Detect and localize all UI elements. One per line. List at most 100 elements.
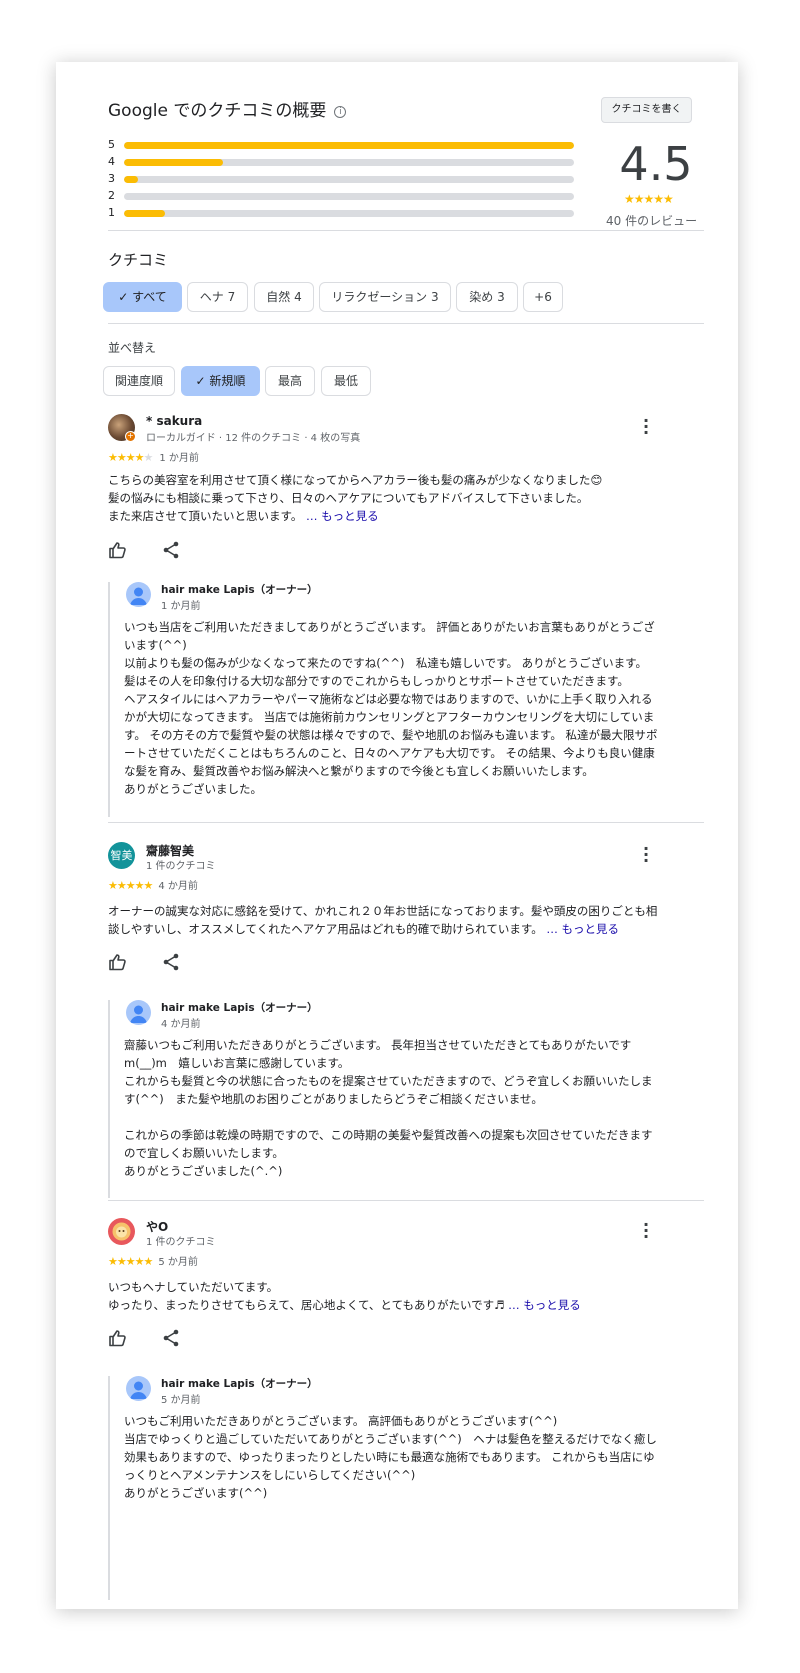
sort-newest-label: 新規順 <box>209 374 246 388</box>
rating-bar-5[interactable]: 5 <box>108 138 578 152</box>
review-date: 5 か月前 <box>158 1257 198 1268</box>
rating-bar-1[interactable]: 1 <box>108 206 578 220</box>
share-icon[interactable] <box>161 540 181 560</box>
chip-natural[interactable]: 自然 4 <box>254 282 314 312</box>
thumbs-up-icon[interactable] <box>108 1328 128 1348</box>
review-item: やO 1 件のクチコミ · · · ★★★★★ 5 か月前 いつもヘナしていただいてま… <box>108 1217 704 1608</box>
avatar[interactable] <box>108 1218 135 1245</box>
owner-reply: hair make Lapis（オーナー） 1 か月前 いつも当店をご利用いただ… <box>108 582 704 817</box>
review-rating: ★★★★★ 4 か月前 <box>108 877 198 892</box>
rating-bar-track <box>124 159 574 166</box>
character-avatar-icon <box>112 1222 131 1241</box>
more-options-icon[interactable]: · · · <box>639 1217 653 1245</box>
person-icon <box>130 587 147 605</box>
review-date: 4 か月前 <box>158 881 198 892</box>
person-icon <box>130 1381 147 1399</box>
sort-highest[interactable]: 最高 <box>265 366 315 396</box>
rating-bar-track <box>124 142 574 149</box>
review-count-link[interactable]: 40 件のレビュー <box>606 212 697 229</box>
rating-bar-label: 2 <box>108 189 115 202</box>
rating-bar-label: 4 <box>108 155 115 168</box>
review-date: 1 か月前 <box>159 453 199 464</box>
more-options-icon[interactable]: · · · <box>639 841 653 869</box>
review-stars-empty: ★ <box>143 451 154 464</box>
review-rating: ★★★★★ 5 か月前 <box>108 1253 198 1268</box>
person-icon <box>130 1005 147 1023</box>
panel-title-text: Google でのクチコミの概要 <box>108 101 327 121</box>
panel-title: Google でのクチコミの概要 i <box>108 96 347 121</box>
average-rating: 4.5 <box>619 137 693 191</box>
rating-bar-fill <box>124 159 223 166</box>
rating-bar-fill <box>124 176 138 183</box>
sort-relevance[interactable]: 関連度順 <box>103 366 175 396</box>
reviews-section-title: クチコミ <box>108 251 169 269</box>
divider <box>108 1200 704 1201</box>
chip-more-topics[interactable]: +6 <box>523 282 563 312</box>
sort-lowest[interactable]: 最低 <box>321 366 371 396</box>
rating-bar-fill <box>124 142 574 149</box>
review-stars: ★★★★★ <box>108 879 153 892</box>
owner-avatar[interactable] <box>126 582 151 607</box>
owner-avatar[interactable] <box>126 1000 151 1025</box>
owner-name: hair make Lapis（オーナー） <box>161 584 318 596</box>
rating-bar-3[interactable]: 3 <box>108 172 578 186</box>
owner-reply: hair make Lapis（オーナー） 4 か月前 齋藤いつもご利用いただき… <box>108 1000 704 1198</box>
chip-all[interactable]: ✓ すべて <box>103 282 182 312</box>
reply-date: 5 か月前 <box>161 1395 201 1406</box>
rating-bar-label: 1 <box>108 206 115 219</box>
rating-bar-track <box>124 210 574 217</box>
share-icon[interactable] <box>161 1328 181 1348</box>
rating-bar-fill <box>124 210 165 217</box>
reviewer-meta: ローカルガイド · 12 件のクチコミ · 4 枚の写真 <box>146 433 361 444</box>
thumbs-up-icon[interactable] <box>108 540 128 560</box>
reviewer-name[interactable]: * sakura <box>146 414 202 428</box>
divider <box>108 323 704 324</box>
review-text: いつもヘナしていただいてます。 ゆったり、まったりさせてもらえて、居心地よくて、… <box>108 1278 658 1314</box>
write-review-button[interactable]: クチコミを書く <box>601 97 692 123</box>
rating-bar-track <box>124 176 574 183</box>
divider <box>108 822 704 823</box>
info-icon[interactable]: i <box>334 106 347 118</box>
owner-name: hair make Lapis（オーナー） <box>161 1002 318 1014</box>
sort-label: 並べ替え <box>108 341 157 355</box>
divider <box>108 230 704 231</box>
read-more-link[interactable]: … もっと見る <box>546 922 619 936</box>
local-guide-badge-icon: + <box>125 431 136 442</box>
reply-text: いつも当店をご利用いただきましてありがとうございます。 評価とありがたいお言葉も… <box>124 620 658 796</box>
reply-text: いつもご利用いただきありがとうございます。 高評価もありがとうございます(^^)… <box>124 1414 657 1500</box>
review-stars: ★★★★★ <box>108 1255 153 1268</box>
review-item: 智美 齋藤智美 1 件のクチコミ · · · ★★★★★ 4 か月前 オーナーの誠実な… <box>108 841 704 1198</box>
chip-label: すべて <box>132 290 167 304</box>
thumbs-up-icon[interactable] <box>108 952 128 972</box>
owner-reply: hair make Lapis（オーナー） 5 か月前 いつもご利用いただきあり… <box>108 1376 704 1600</box>
avatar[interactable]: 智美 <box>108 842 135 869</box>
reply-date: 4 か月前 <box>161 1019 201 1030</box>
rating-bar-label: 5 <box>108 138 115 151</box>
chip-dye[interactable]: 染め 3 <box>456 282 518 312</box>
rating-bar-label: 3 <box>108 172 115 185</box>
read-more-link[interactable]: … もっと見る <box>306 509 379 523</box>
review-body: いつもヘナしていただいてます。 ゆったり、まったりさせてもらえて、居心地よくて、… <box>108 1280 505 1312</box>
owner-name: hair make Lapis（オーナー） <box>161 1378 318 1390</box>
more-options-icon[interactable]: · · · <box>639 413 653 441</box>
rating-bar-4[interactable]: 4 <box>108 155 578 169</box>
rating-bar-track <box>124 193 574 200</box>
review-text: オーナーの誠実な対応に感銘を受けて、かれこれ２０年お世話になっております。髪や頭… <box>108 902 658 938</box>
reply-date: 1 か月前 <box>161 601 201 612</box>
review-text: こちらの美容室を利用させて頂く様になってからヘアカラー後も髪の痛みが少なくなりま… <box>108 471 658 525</box>
review-item: + * sakura ローカルガイド · 12 件のクチコミ · 4 枚の写真 … <box>108 413 704 824</box>
chip-relaxation[interactable]: リラクゼーション 3 <box>319 282 451 312</box>
rating-bar-2[interactable]: 2 <box>108 189 578 203</box>
review-rating: ★★★★★ 1 か月前 <box>108 449 199 464</box>
reviewer-meta: 1 件のクチコミ <box>146 861 216 872</box>
chip-henna[interactable]: ヘナ 7 <box>187 282 248 312</box>
average-stars: ★★★★★ <box>624 192 674 206</box>
share-icon[interactable] <box>161 952 181 972</box>
review-stars: ★★★★ <box>108 451 144 464</box>
reviews-panel: Google でのクチコミの概要 i クチコミを書く 54321 4.5 ★★★★… <box>56 62 738 1609</box>
owner-avatar[interactable] <box>126 1376 151 1401</box>
reviewer-meta: 1 件のクチコミ <box>146 1237 216 1248</box>
sort-newest[interactable]: ✓ 新規順 <box>181 366 260 396</box>
reply-text: 齋藤いつもご利用いただきありがとうございます。 長年担当させていただきとてもあり… <box>124 1038 653 1178</box>
read-more-link[interactable]: … もっと見る <box>508 1298 581 1312</box>
